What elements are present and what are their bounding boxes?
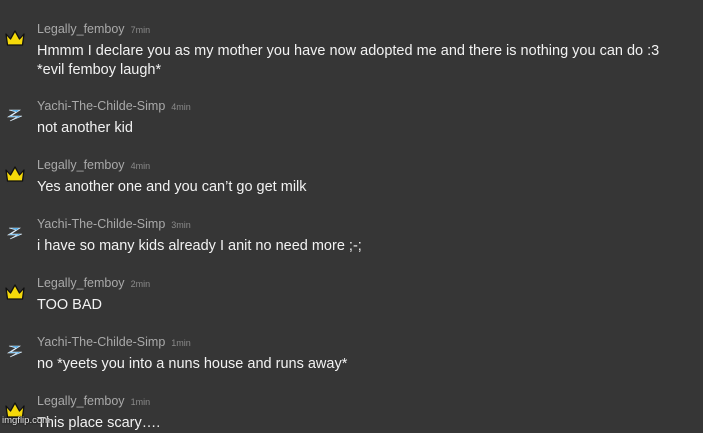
timestamp: 3min [171,220,191,230]
username[interactable]: Yachi-The-Childe-Simp 4min [37,99,191,113]
username[interactable]: Yachi-The-Childe-Simp 1min [37,335,191,349]
timestamp: 1min [130,397,151,407]
username[interactable]: Legally_femboy 2min [37,276,150,290]
message-text: not another kid [37,120,133,136]
message-text: i have so many kids already I anit no ne… [37,238,362,254]
message-text: Yes another one and you can’t go get mil… [37,179,307,195]
crown-icon[interactable] [4,28,26,48]
timestamp: 1min [171,338,191,348]
username[interactable]: Legally_femboy 7min [37,22,150,36]
message-text: Hmmm I declare you as my mother you have… [37,43,660,78]
lightning-icon[interactable] [4,223,26,243]
timestamp: 4min [171,102,191,112]
lightning-icon[interactable] [4,105,26,125]
timestamp: 2min [130,279,151,289]
crown-icon[interactable] [4,164,26,184]
crown-icon[interactable] [4,282,26,302]
chat-feed: Legally_femboy 7min Hmmm I declare you as… [0,0,703,431]
username[interactable]: Legally_femboy 4min [37,158,150,172]
message-text: TOO BAD [37,297,102,313]
message-text: no *yeets you into a nuns house and runs… [37,356,348,372]
timestamp: 7min [130,25,151,35]
username[interactable]: Legally_femboy 1min [37,394,150,408]
watermark: imgflip.com [2,415,51,426]
lightning-icon[interactable] [4,341,26,361]
username[interactable]: Yachi-The-Childe-Simp 3min [37,217,191,231]
message-text: This place scary…. [37,415,161,431]
timestamp: 4min [130,161,151,171]
